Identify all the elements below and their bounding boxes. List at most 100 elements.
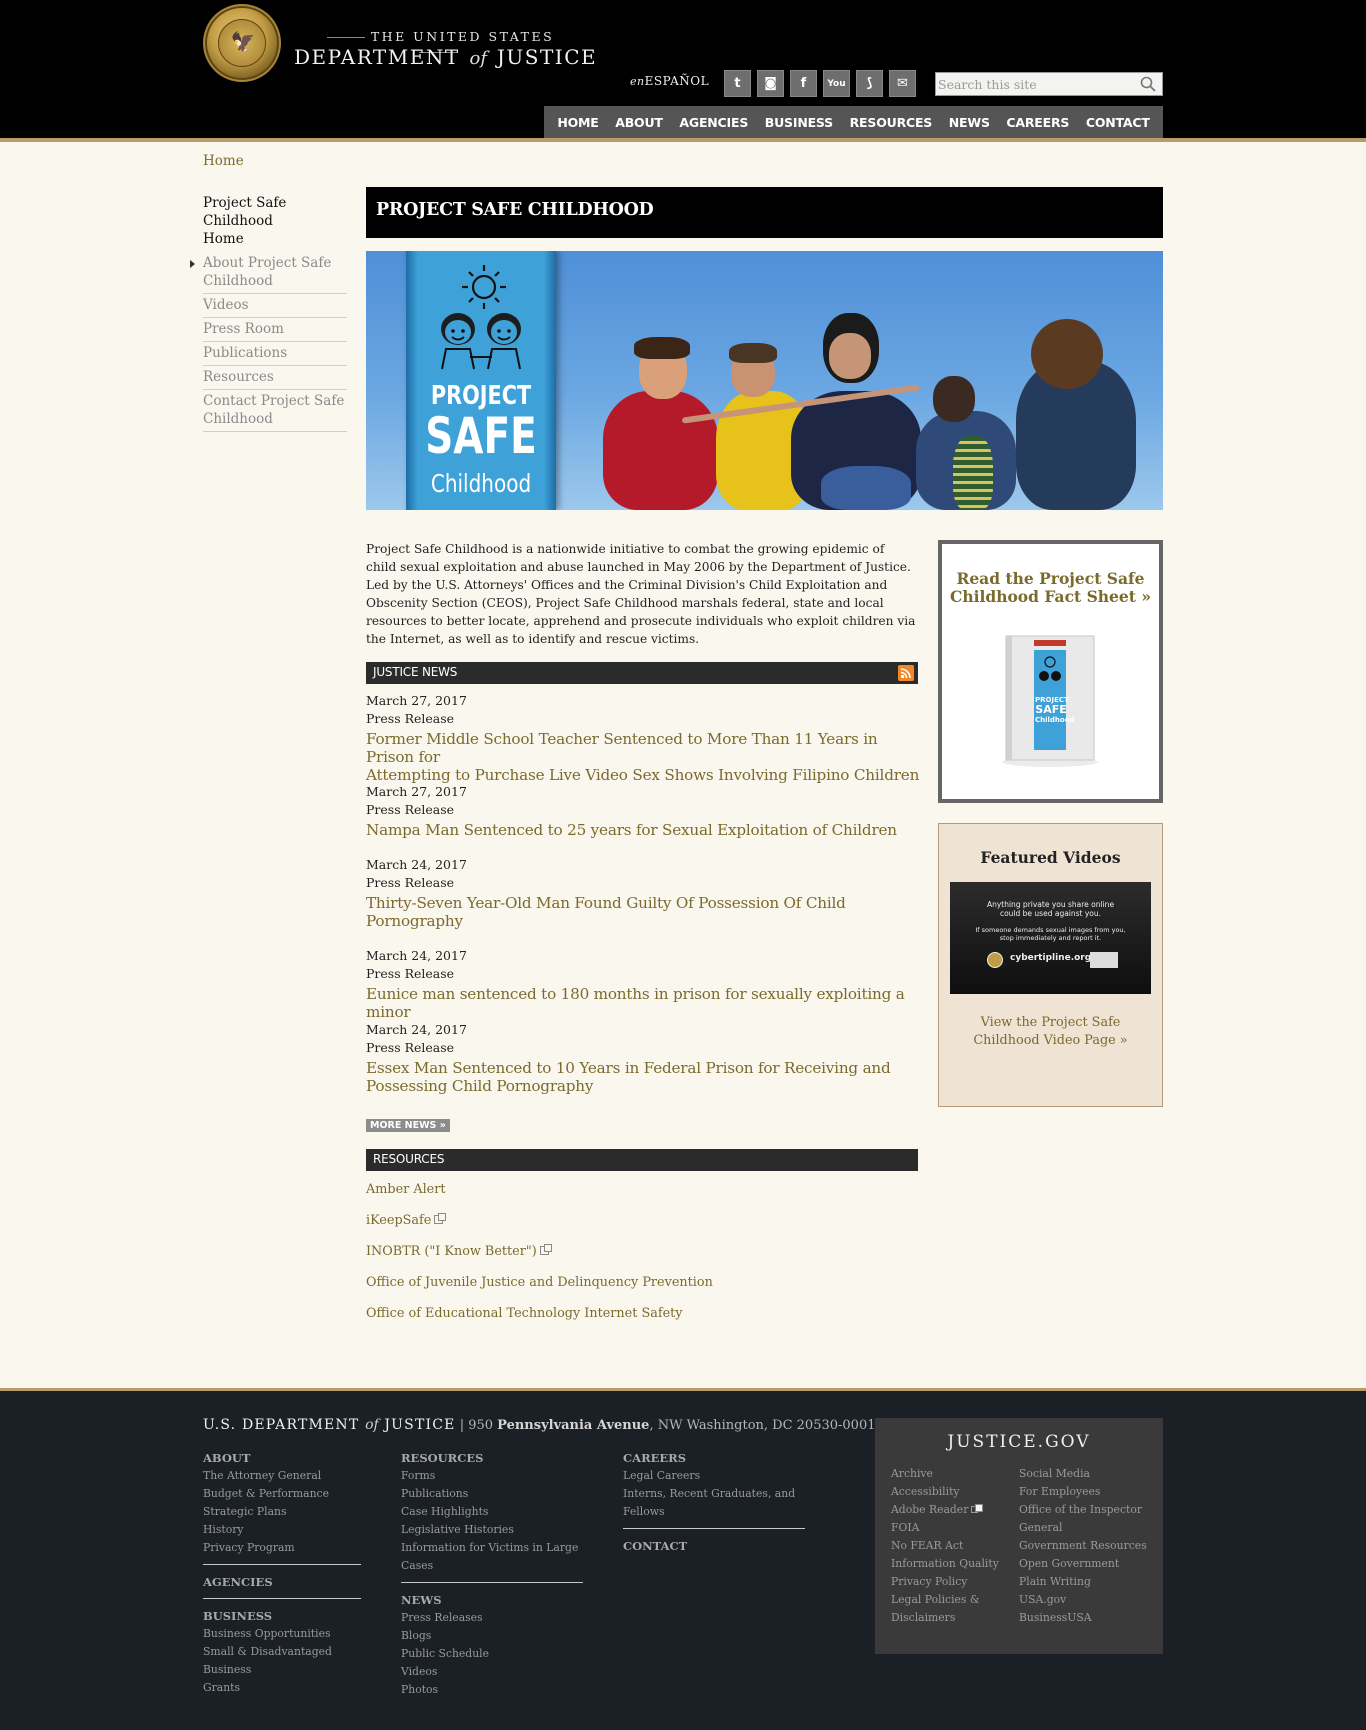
footer-address: | 950 Pennsylvania Avenue, NW Washington…	[456, 1418, 876, 1433]
nav-news[interactable]: NEWS	[949, 115, 990, 130]
footer-link[interactable]: Videos	[401, 1663, 583, 1681]
search-input[interactable]	[938, 75, 1134, 93]
gov-link[interactable]: Office of the Inspector	[1019, 1501, 1154, 1519]
brand-main[interactable]: DEPARTMENT of JUSTICE	[294, 45, 596, 69]
search-icon[interactable]	[1139, 75, 1157, 93]
sidebar-item-publications[interactable]: Publications	[203, 342, 347, 366]
gov-link[interactable]: Information Quality	[891, 1555, 1011, 1573]
breadcrumb-home[interactable]: Home	[203, 153, 244, 169]
footer-link[interactable]: Budget & Performance	[203, 1485, 361, 1503]
twitter-icon[interactable]: t	[724, 70, 751, 97]
resource-link-ojjdp[interactable]: Office of Juvenile Justice and Delinquen…	[366, 1275, 713, 1290]
gov-link[interactable]: No FEAR Act	[891, 1537, 1011, 1555]
rss-feed-icon[interactable]: ⟆	[856, 70, 883, 97]
sidebar-item-resources[interactable]: Resources	[203, 366, 347, 390]
news-date: March 27, 2017	[366, 784, 467, 799]
gov-link[interactable]: Archive	[891, 1465, 1011, 1483]
news-date: March 24, 2017	[366, 857, 467, 872]
news-date: March 24, 2017	[366, 1022, 467, 1037]
footer-link[interactable]: Strategic Plans	[203, 1503, 361, 1521]
nav-home[interactable]: HOME	[557, 115, 598, 130]
resource-link-ikeepsafe[interactable]: iKeepSafe	[366, 1213, 447, 1228]
gov-link[interactable]: USA.gov	[1019, 1591, 1154, 1609]
footer-link[interactable]: The Attorney General	[203, 1467, 361, 1485]
resource-link-oet[interactable]: Office of Educational Technology Interne…	[366, 1306, 683, 1321]
brand-top-text: THE UNITED STATES	[370, 29, 555, 44]
youtube-icon[interactable]: You	[823, 70, 850, 97]
gov-link[interactable]: Privacy Policy	[891, 1573, 1011, 1591]
news-link[interactable]: Nampa Man Sentenced to 25 years for Sexu…	[366, 821, 926, 839]
footer-link[interactable]: Photos	[401, 1681, 583, 1699]
video-page-link[interactable]: View the Project Safe Childhood Video Pag…	[959, 1014, 1142, 1050]
news-link[interactable]: Thirty-Seven Year-Old Man Found Guilty O…	[366, 894, 926, 930]
more-news-button[interactable]: MORE NEWS »	[366, 1119, 450, 1132]
news-link[interactable]: Former Middle School Teacher Sentenced t…	[366, 730, 926, 784]
footer-link[interactable]: Public Schedule	[401, 1645, 583, 1663]
footer-head-resources[interactable]: RESOURCES	[401, 1449, 583, 1467]
nav-resources[interactable]: RESOURCES	[850, 115, 933, 130]
footer-link[interactable]: Privacy Program	[203, 1539, 361, 1557]
gov-link-adobe-reader[interactable]: Adobe Reader	[891, 1501, 1011, 1519]
instagram-icon[interactable]: ◙	[757, 70, 784, 97]
footer-link[interactable]: Information for Victims in Large	[401, 1539, 583, 1557]
footer-head-careers[interactable]: CAREERS	[623, 1449, 805, 1467]
footer-link[interactable]: Grants	[203, 1679, 361, 1697]
footer-link[interactable]: Small & Disadvantaged Business	[203, 1643, 361, 1679]
rss-icon[interactable]	[898, 665, 914, 681]
footer-head-agencies[interactable]: AGENCIES	[203, 1573, 361, 1591]
footer-link[interactable]: Cases	[401, 1557, 583, 1575]
news-link[interactable]: Essex Man Sentenced to 10 Years in Feder…	[366, 1059, 926, 1095]
footer-head-about[interactable]: ABOUT	[203, 1449, 361, 1467]
gov-link[interactable]: Social Media	[1019, 1465, 1154, 1483]
footer-link[interactable]: Interns, Recent Graduates, and	[623, 1485, 805, 1503]
email-icon[interactable]: ✉	[889, 70, 916, 97]
footer-link[interactable]: History	[203, 1521, 361, 1539]
video-text-line: Anything private you share online	[986, 900, 1115, 909]
news-title-line: Former Middle School Teacher Sentenced t…	[366, 730, 878, 766]
gov-link[interactable]: General	[1019, 1519, 1154, 1537]
nav-careers[interactable]: CAREERS	[1006, 115, 1069, 130]
news-title-line: Pornography	[366, 912, 463, 930]
nav-business[interactable]: BUSINESS	[765, 115, 833, 130]
sidebar-item-home[interactable]: Project Safe Childhood Home	[203, 192, 347, 252]
footer-link[interactable]: Legislative Histories	[401, 1521, 583, 1539]
footer-head-contact[interactable]: CONTACT	[623, 1537, 805, 1555]
footer-link[interactable]: Legal Careers	[623, 1467, 805, 1485]
gov-link[interactable]: Government Resources	[1019, 1537, 1154, 1555]
footer-link[interactable]: Forms	[401, 1467, 583, 1485]
sidebar-item-press-room[interactable]: Press Room	[203, 318, 347, 342]
gov-link[interactable]: Accessibility	[891, 1483, 1011, 1501]
sidebar-item-contact[interactable]: Contact Project Safe Childhood	[203, 390, 347, 432]
nav-about[interactable]: ABOUT	[615, 115, 663, 130]
gov-link[interactable]: Plain Writing	[1019, 1573, 1154, 1591]
espanol-link[interactable]: enESPAÑOL	[630, 74, 709, 88]
footer-link[interactable]: Press Releases	[401, 1609, 583, 1627]
fact-sheet-link[interactable]: Read the Project Safe Childhood Fact Shee…	[942, 570, 1159, 606]
gov-link[interactable]: Open Government	[1019, 1555, 1154, 1573]
resource-link-inobtr[interactable]: INOBTR ("I Know Better")	[366, 1244, 552, 1259]
sidebar-item-videos[interactable]: Videos	[203, 294, 347, 318]
footer-link[interactable]: Publications	[401, 1485, 583, 1503]
footer-address-part: | 950	[455, 1418, 498, 1433]
footer-divider-line	[623, 1528, 805, 1529]
facebook-icon[interactable]: f	[790, 70, 817, 97]
footer-head-business[interactable]: BUSINESS	[203, 1607, 361, 1625]
gov-link[interactable]: FOIA	[891, 1519, 1011, 1537]
footer-link[interactable]: Fellows	[623, 1503, 805, 1521]
news-link[interactable]: Eunice man sentenced to 180 months in pr…	[366, 985, 926, 1021]
sidebar-item-about[interactable]: About Project Safe Childhood	[190, 252, 347, 294]
nav-agencies[interactable]: AGENCIES	[679, 115, 748, 130]
gov-link[interactable]: For Employees	[1019, 1483, 1154, 1501]
nav-contact[interactable]: CONTACT	[1086, 115, 1150, 130]
video-thumbnail[interactable]: Anything private you share online could b…	[950, 882, 1151, 994]
footer-link[interactable]: Business Opportunities	[203, 1625, 361, 1643]
gov-link[interactable]: BusinessUSA	[1019, 1609, 1154, 1627]
resource-link-amber-alert[interactable]: Amber Alert	[366, 1182, 446, 1197]
gov-link[interactable]: Disclaimers	[891, 1609, 1011, 1627]
gov-link[interactable]: Legal Policies &	[891, 1591, 1011, 1609]
footer-head-news[interactable]: NEWS	[401, 1591, 583, 1609]
footer-link[interactable]: Blogs	[401, 1627, 583, 1645]
external-link-icon	[434, 1213, 447, 1224]
doj-seal-logo[interactable]: 🦅	[203, 4, 281, 82]
footer-link[interactable]: Case Highlights	[401, 1503, 583, 1521]
